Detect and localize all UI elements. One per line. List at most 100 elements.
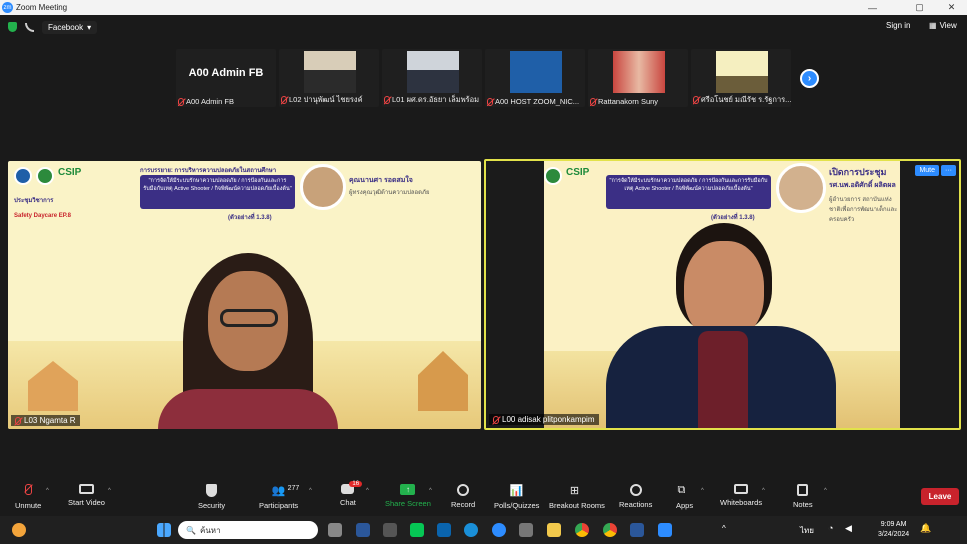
record-button[interactable]: Record bbox=[451, 484, 475, 509]
participant-video bbox=[304, 51, 356, 93]
live-stream-dropdown[interactable]: Facebook ▾ bbox=[42, 20, 98, 34]
mic-muted-icon bbox=[15, 416, 21, 425]
chevron-up-icon[interactable]: ^ bbox=[46, 488, 49, 494]
participant-thumbnail[interactable]: ศรีอโนชย์ มณีรัช ร.รัฐการ... bbox=[691, 49, 791, 107]
volume-icon[interactable]: ◀ bbox=[845, 523, 852, 534]
chevron-up-icon[interactable]: ^ bbox=[762, 488, 765, 494]
mic-muted-icon bbox=[178, 97, 184, 106]
record-label: Record bbox=[451, 500, 476, 509]
polls-button[interactable]: 📊 Polls/Quizzes bbox=[494, 484, 539, 510]
meeting-toolbar: Unmute ^ Start Video ^ Security 👥 277 Pa… bbox=[0, 480, 967, 516]
mic-muted-icon bbox=[590, 97, 596, 106]
security-shield-icon[interactable] bbox=[8, 22, 17, 32]
share-screen-button[interactable]: ↑ Share Screen bbox=[385, 484, 431, 508]
chevron-up-icon[interactable]: ^ bbox=[366, 488, 369, 494]
live-stream-icon[interactable] bbox=[25, 22, 34, 32]
unmute-button[interactable]: Unmute bbox=[15, 484, 41, 510]
mic-muted-icon bbox=[487, 97, 493, 106]
whiteboards-label: Whiteboards bbox=[720, 498, 763, 507]
wifi-icon[interactable]: ◔ bbox=[828, 523, 833, 533]
share-screen-icon: ↑ bbox=[400, 484, 416, 495]
speaker-name: รศ.นพ.อดิศักดิ์ ผลิตผล bbox=[829, 182, 896, 189]
chevron-up-icon[interactable]: ^ bbox=[824, 488, 827, 494]
system-clock[interactable]: 9:09 AM 3/24/2024 bbox=[878, 520, 909, 540]
participants-label: Participants bbox=[259, 501, 299, 510]
app-icon[interactable] bbox=[383, 523, 397, 537]
slide-banner: "การจัดให้มีระบบรักษาความปลอดภัย / การป้… bbox=[140, 175, 295, 209]
task-view-icon[interactable] bbox=[328, 523, 342, 537]
smiley-icon bbox=[629, 484, 642, 496]
language-indicator[interactable]: ไทย bbox=[800, 524, 814, 537]
notes-button[interactable]: Notes bbox=[793, 484, 813, 509]
sign-in-button[interactable]: Sign in bbox=[886, 21, 910, 30]
participants-button[interactable]: 👥 277 Participants bbox=[259, 484, 300, 510]
participant-strip: A00 Admin FB A00 Admin FB L02 ปานุพัฒน์ … bbox=[176, 49, 791, 107]
reactions-button[interactable]: Reactions bbox=[619, 484, 652, 509]
notification-bell-icon[interactable]: 🔔 bbox=[920, 523, 931, 534]
chrome-icon[interactable] bbox=[603, 523, 617, 537]
chevron-up-icon[interactable]: ^ bbox=[108, 488, 111, 494]
event-title: ประชุมวิชาการ bbox=[14, 198, 54, 204]
participant-thumbnail[interactable]: L02 ปานุพัฒน์ ไชยรงค์ bbox=[279, 49, 379, 107]
apps-icon: ⧉ bbox=[677, 484, 686, 496]
view-label: View bbox=[939, 21, 957, 30]
weather-icon[interactable] bbox=[12, 523, 26, 537]
windows-taskbar: 🔍 ค้นหา ^ ไทย ◔ ◀ 9:09 AM 3/24/2024 🔔 bbox=[0, 516, 967, 544]
polls-label: Polls/Quizzes bbox=[494, 501, 540, 510]
mute-participant-button[interactable]: Mute bbox=[915, 165, 939, 176]
institute-logo-icon bbox=[36, 167, 54, 185]
chevron-up-icon[interactable]: ^ bbox=[429, 488, 432, 494]
chevron-up-icon[interactable]: ^ bbox=[722, 524, 726, 533]
video-tile-active-speaker[interactable]: CSIP "การจัดให้มีระบบรักษาความปลอดภัย / … bbox=[484, 159, 961, 430]
institute-logo-icon bbox=[510, 51, 562, 93]
banner-text: "การจัดให้มีระบบรักษาความปลอดภัย / การป้… bbox=[143, 178, 292, 192]
breakout-label: Breakout Rooms bbox=[549, 501, 605, 510]
chrome-icon[interactable] bbox=[575, 523, 589, 537]
clock-date: 3/24/2024 bbox=[878, 531, 910, 538]
chevron-up-icon[interactable]: ^ bbox=[701, 488, 704, 494]
chat-button[interactable]: 16 Chat bbox=[340, 481, 363, 507]
settings-icon[interactable] bbox=[492, 523, 506, 537]
leave-button[interactable]: Leave bbox=[921, 488, 959, 505]
slide-title: การบรรยาย: การบริหารความปลอดภัยในสถานศึก… bbox=[140, 168, 277, 174]
zoom-taskbar-icon[interactable] bbox=[658, 523, 672, 537]
logo-row: CSIP bbox=[14, 167, 81, 185]
edge-browser-icon[interactable] bbox=[464, 523, 478, 537]
whiteboard-icon bbox=[734, 484, 749, 494]
apps-button[interactable]: ⧉ Apps bbox=[676, 484, 693, 510]
maximize-button[interactable]: ▢ bbox=[906, 0, 933, 15]
participant-thumbnail[interactable]: L01 ผศ.ดร.อัธยา เล็มพร้อม bbox=[382, 49, 482, 107]
word-icon[interactable] bbox=[630, 523, 644, 537]
speaker-photo bbox=[776, 163, 826, 213]
start-video-button[interactable]: Start Video bbox=[68, 484, 105, 507]
line-app-icon[interactable] bbox=[410, 523, 424, 537]
chevron-up-icon[interactable]: ^ bbox=[309, 488, 312, 494]
institute-logo-icon bbox=[544, 167, 562, 185]
more-options-button[interactable]: ··· bbox=[941, 165, 956, 176]
participant-name: L00 adisak plitponkampim bbox=[502, 415, 595, 424]
whiteboards-button[interactable]: Whiteboards bbox=[720, 484, 762, 507]
teams-icon[interactable] bbox=[356, 523, 370, 537]
next-page-button[interactable]: › bbox=[800, 69, 819, 88]
minimize-button[interactable]: — bbox=[859, 0, 886, 15]
file-explorer-icon[interactable] bbox=[547, 523, 561, 537]
windows-start-icon[interactable] bbox=[157, 523, 171, 537]
participant-thumbnail[interactable]: A00 HOST ZOOM_NIC... bbox=[485, 49, 585, 107]
close-window-button[interactable]: ✕ bbox=[938, 0, 965, 15]
security-button[interactable]: Security bbox=[198, 484, 225, 510]
view-button[interactable]: ▦ View bbox=[929, 21, 957, 30]
speaker-photo bbox=[300, 164, 346, 210]
participant-thumbnail[interactable]: A00 Admin FB A00 Admin FB bbox=[176, 49, 276, 107]
breakout-grid-icon: ⊞ bbox=[569, 485, 580, 497]
mail-icon[interactable] bbox=[437, 523, 451, 537]
start-video-label: Start Video bbox=[68, 498, 105, 507]
participant-thumbnail[interactable]: Rattanakorn Suny bbox=[588, 49, 688, 107]
taskbar-search-input[interactable]: 🔍 ค้นหา bbox=[178, 521, 318, 539]
calculator-icon[interactable] bbox=[519, 523, 533, 537]
mic-muted-icon bbox=[493, 415, 499, 424]
reactions-label: Reactions bbox=[619, 500, 653, 509]
breakout-rooms-button[interactable]: ⊞ Breakout Rooms bbox=[549, 484, 605, 510]
participants-icon: 👥 277 bbox=[271, 485, 300, 497]
participant-name: L01 ผศ.ดร.อัธยา เล็มพร้อม bbox=[392, 95, 480, 104]
video-tile-left[interactable]: CSIP ประชุมวิชาการ Safety Daycare EP.8 ก… bbox=[8, 161, 481, 429]
